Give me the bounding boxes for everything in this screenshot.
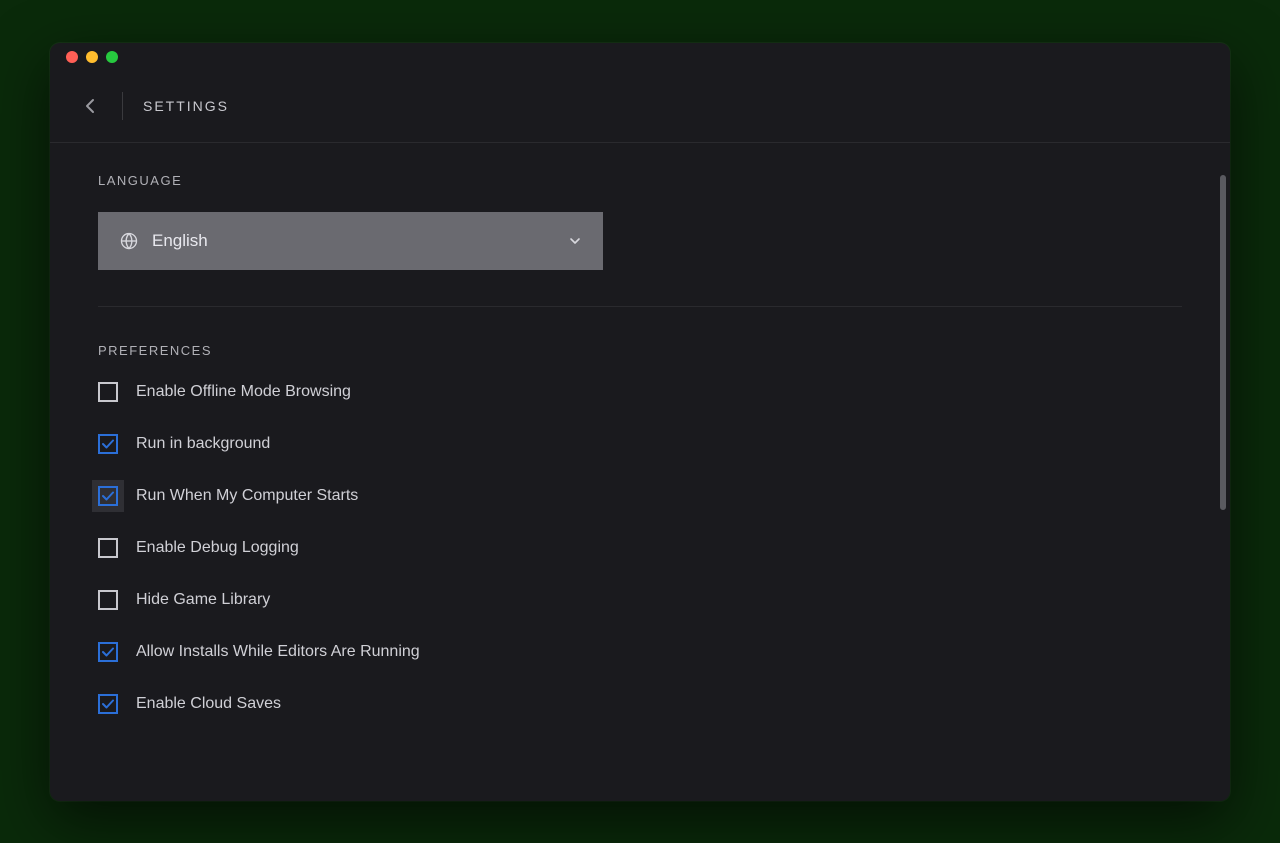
globe-icon [120, 232, 138, 250]
language-select[interactable]: English [98, 212, 603, 270]
preferences-section-label: PREFERENCES [98, 343, 1182, 358]
preference-row: Run in background [98, 434, 1182, 454]
window-close-button[interactable] [66, 51, 78, 63]
window-minimize-button[interactable] [86, 51, 98, 63]
checkbox[interactable] [98, 642, 118, 662]
back-button[interactable] [78, 94, 102, 118]
checkbox[interactable] [98, 590, 118, 610]
preference-label: Enable Debug Logging [136, 539, 299, 557]
check-icon [102, 439, 114, 449]
preference-row: Hide Game Library [98, 590, 1182, 610]
app-window: SETTINGS LANGUAGE English PREFERENCES En… [50, 43, 1230, 801]
checkbox[interactable] [98, 694, 118, 714]
check-icon [102, 647, 114, 657]
preference-row: Enable Debug Logging [98, 538, 1182, 558]
window-maximize-button[interactable] [106, 51, 118, 63]
chevron-left-icon [85, 98, 95, 114]
language-value: English [152, 231, 569, 251]
preference-label: Hide Game Library [136, 591, 270, 609]
preference-label: Enable Offline Mode Browsing [136, 383, 351, 401]
check-icon [102, 491, 114, 501]
checkbox[interactable] [98, 538, 118, 558]
header-divider [122, 92, 123, 120]
page-header: SETTINGS [50, 71, 1230, 143]
language-section-label: LANGUAGE [98, 173, 1182, 188]
chevron-down-icon [569, 232, 581, 250]
preference-label: Allow Installs While Editors Are Running [136, 643, 420, 661]
content-area: LANGUAGE English PREFERENCES Enable Offl… [50, 143, 1230, 801]
section-divider [98, 306, 1182, 307]
scrollbar-thumb[interactable] [1220, 175, 1226, 510]
preference-label: Run in background [136, 435, 270, 453]
window-titlebar [50, 43, 1230, 71]
checkbox[interactable] [98, 434, 118, 454]
preference-label: Enable Cloud Saves [136, 695, 281, 713]
preference-row: Allow Installs While Editors Are Running [98, 642, 1182, 662]
preference-row: Run When My Computer Starts [98, 486, 1182, 506]
checkbox[interactable] [98, 382, 118, 402]
check-icon [102, 699, 114, 709]
preferences-list: Enable Offline Mode Browsing Run in backg… [98, 382, 1182, 714]
checkbox[interactable] [98, 486, 118, 506]
page-title: SETTINGS [143, 98, 229, 114]
preference-row: Enable Cloud Saves [98, 694, 1182, 714]
preference-label: Run When My Computer Starts [136, 487, 358, 505]
preference-row: Enable Offline Mode Browsing [98, 382, 1182, 402]
